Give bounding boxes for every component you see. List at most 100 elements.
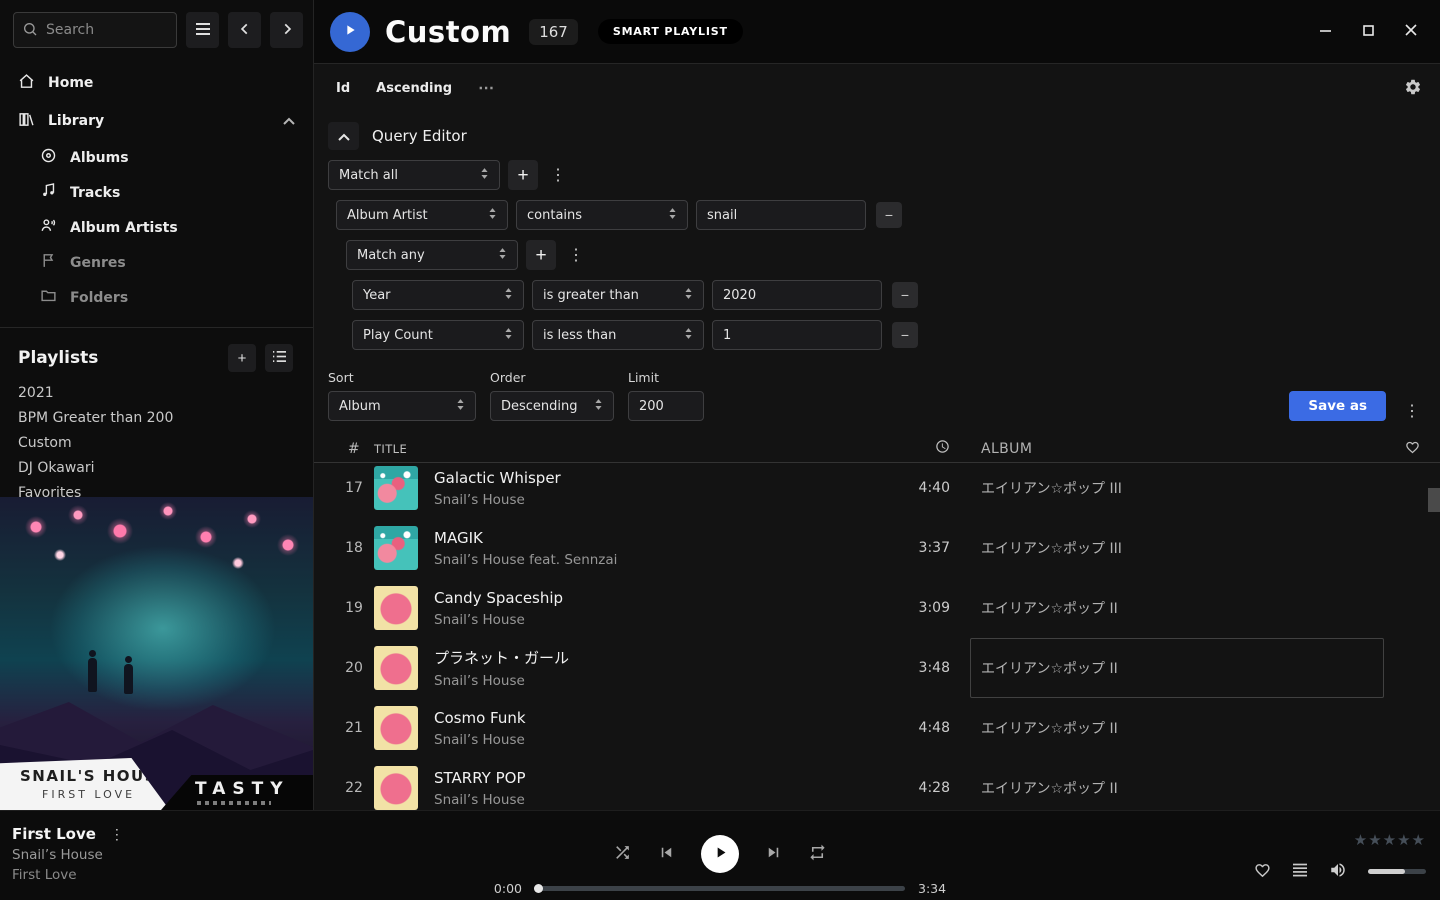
page-header: Custom 167 SMART PLAYLIST <box>314 0 1440 64</box>
close-button[interactable] <box>1404 23 1418 40</box>
rule-value-input[interactable] <box>712 280 882 310</box>
back-button[interactable] <box>228 12 261 48</box>
settings-button[interactable] <box>1404 78 1422 99</box>
track-album-cell[interactable]: エイリアン☆ポップ II <box>970 578 1384 638</box>
table-row[interactable]: 22 STARRY POP Snail’s House 4:28 エイリアン☆ポ… <box>314 758 1440 810</box>
track-duration: 3:09 <box>880 600 950 616</box>
track-album-cell[interactable]: エイリアン☆ポップ III <box>970 518 1384 578</box>
play-playlist-button[interactable] <box>330 12 370 52</box>
seek-handle[interactable] <box>534 884 543 893</box>
add-rule-button[interactable]: + <box>526 240 556 270</box>
rule-field-select[interactable]: Year <box>352 280 524 310</box>
rule-field-select[interactable]: Album Artist <box>336 200 508 230</box>
menu-button[interactable] <box>186 12 219 48</box>
collapse-query-editor-button[interactable] <box>328 122 359 150</box>
track-album-cell[interactable]: エイリアン☆ポップ II <box>970 698 1384 758</box>
rule-operator-select[interactable]: is greater than <box>532 280 704 310</box>
playlist-options-button[interactable] <box>265 344 293 372</box>
next-track-button[interactable] <box>764 843 783 865</box>
group-menu-button[interactable]: ⋮ <box>546 165 570 185</box>
play-pause-button[interactable] <box>701 835 739 873</box>
sidebar-item-genres[interactable]: Genres <box>0 245 313 280</box>
table-row[interactable]: 20 プラネット・ガール Snail’s House 3:48 エイリアン☆ポッ… <box>314 638 1440 698</box>
column-header-duration[interactable] <box>880 439 950 458</box>
table-body: 17 Galactic Whisper Snail’s House 4:40 エ… <box>314 463 1440 810</box>
scrollbar-thumb[interactable] <box>1428 488 1440 512</box>
sidebar-item-album-artists[interactable]: Album Artists <box>0 210 313 245</box>
save-menu-button[interactable]: ⋮ <box>1400 401 1424 421</box>
save-as-button[interactable]: Save as <box>1289 391 1386 421</box>
track-album-cell[interactable]: エイリアン☆ポップ II <box>970 638 1384 698</box>
table-scrollbar[interactable] <box>1428 456 1440 808</box>
rule-value-input[interactable] <box>712 320 882 350</box>
column-header-album[interactable]: ALBUM <box>970 435 1384 462</box>
remove-rule-button[interactable]: − <box>892 282 918 308</box>
volume-button[interactable] <box>1329 861 1347 882</box>
track-title: STARRY POP <box>434 769 872 787</box>
table-row[interactable]: 18 MAGIK Snail’s House feat. Sennzai 3:3… <box>314 518 1440 578</box>
sort-field-button[interactable]: Id <box>336 81 350 96</box>
group-menu-button[interactable]: ⋮ <box>564 245 588 265</box>
favorite-button[interactable] <box>1254 862 1271 882</box>
column-header-number[interactable]: # <box>334 441 374 457</box>
previous-track-button[interactable] <box>657 843 676 865</box>
playlist-item[interactable]: DJ Okawari <box>0 456 313 481</box>
sort-direction-button[interactable]: Ascending <box>376 81 452 96</box>
sidebar-item-albums[interactable]: Albums <box>0 140 313 175</box>
rule-value-input[interactable] <box>696 200 866 230</box>
now-playing-title[interactable]: First Love <box>12 825 96 843</box>
playlist-item[interactable]: BPM Greater than 200 <box>0 406 313 431</box>
now-playing-album-art[interactable]: SNAIL'S HOUSE FIRST LOVE TASTY <box>0 497 313 810</box>
track-album-cell[interactable]: エイリアン☆ポップ III <box>970 463 1384 518</box>
sidebar-item-tracks[interactable]: Tracks <box>0 175 313 210</box>
table-row[interactable]: 21 Cosmo Funk Snail’s House 4:48 エイリアン☆ポ… <box>314 698 1440 758</box>
sidebar-item-home[interactable]: Home <box>0 64 313 102</box>
remove-rule-button[interactable]: − <box>892 322 918 348</box>
more-options-button[interactable]: ⋯ <box>478 78 495 98</box>
minimize-button[interactable] <box>1318 23 1333 41</box>
plus-icon: + <box>517 166 528 185</box>
match-type-select[interactable]: Match all <box>328 160 500 190</box>
match-type-select[interactable]: Match any <box>346 240 518 270</box>
volume-slider[interactable] <box>1368 869 1426 874</box>
limit-input[interactable] <box>628 391 704 421</box>
shuffle-button[interactable] <box>613 843 632 865</box>
playlist-item[interactable]: Custom <box>0 431 313 456</box>
repeat-button[interactable] <box>808 843 827 865</box>
maximize-button[interactable] <box>1362 24 1375 40</box>
kebab-icon: ⋮ <box>1404 403 1420 420</box>
sidebar-item-label: Tracks <box>70 185 120 201</box>
rule-operator-select[interactable]: is less than <box>532 320 704 350</box>
rule-field-select[interactable]: Play Count <box>352 320 524 350</box>
now-playing-menu-button[interactable]: ⋮ <box>106 826 128 843</box>
sidebar-item-library[interactable]: Library <box>0 102 313 140</box>
chevron-up-icon[interactable] <box>283 113 295 129</box>
track-number: 22 <box>334 780 374 796</box>
table-row[interactable]: 17 Galactic Whisper Snail’s House 4:40 エ… <box>314 463 1440 518</box>
now-playing-album[interactable]: First Love <box>12 867 128 883</box>
albums-icon <box>40 147 57 168</box>
table-row[interactable]: 19 Candy Spaceship Snail’s House 3:09 エイ… <box>314 578 1440 638</box>
now-playing-artist[interactable]: Snail’s House <box>12 847 128 863</box>
list-icon <box>272 350 287 367</box>
column-header-title[interactable]: TITLE <box>374 442 434 456</box>
remove-rule-button[interactable]: − <box>876 202 902 228</box>
track-album-cell[interactable]: エイリアン☆ポップ II <box>970 758 1384 810</box>
playlist-item[interactable]: 2021 <box>0 381 313 406</box>
order-select[interactable]: Descending <box>490 391 614 421</box>
sidebar-item-folders[interactable]: Folders <box>0 280 313 315</box>
add-playlist-button[interactable]: + <box>228 344 256 372</box>
rule-operator-select[interactable]: contains <box>516 200 688 230</box>
queue-button[interactable] <box>1292 863 1308 880</box>
select-arrows-icon <box>504 287 513 304</box>
playlists-title: Playlists <box>18 348 219 368</box>
forward-button[interactable] <box>270 12 303 48</box>
column-header-favorite[interactable] <box>1384 440 1440 458</box>
seek-slider[interactable] <box>535 886 905 891</box>
sort-select[interactable]: Album <box>328 391 476 421</box>
select-value: Year <box>363 288 391 303</box>
rating-stars[interactable]: ★★★★★ <box>1354 831 1426 849</box>
query-editor: Query Editor Match all + ⋮ Album Artist <box>314 112 1440 421</box>
add-rule-button[interactable]: + <box>508 160 538 190</box>
track-artist: Snail’s House <box>434 673 872 689</box>
